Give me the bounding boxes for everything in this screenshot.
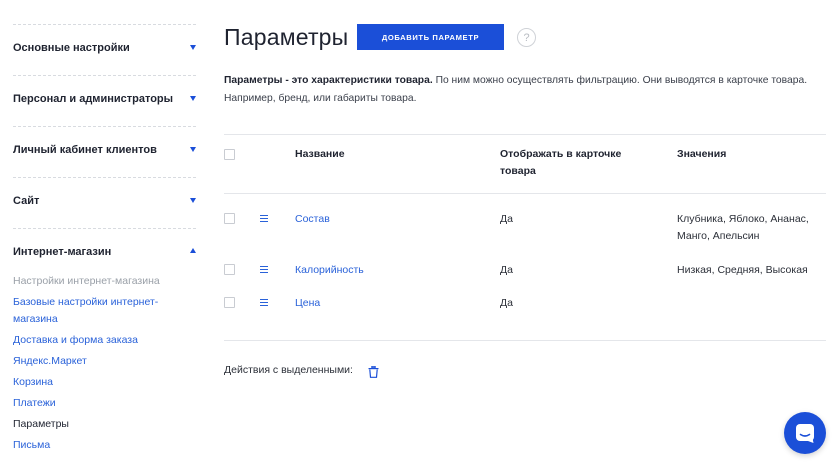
triangle-down-icon	[190, 45, 196, 50]
parameter-name-link[interactable]: Калорийность	[295, 262, 364, 279]
page-description: Параметры - это характеристики товара. П…	[224, 72, 824, 108]
bulk-actions-label: Действия с выделенными:	[224, 364, 353, 376]
column-header-show-in-card: Отображать в карточке товара	[500, 148, 622, 177]
sidebar-section-site[interactable]: Сайт	[13, 177, 196, 229]
add-parameter-button[interactable]: ДОБАВИТЬ ПАРАМЕТР	[357, 24, 504, 50]
row-checkbox[interactable]	[224, 297, 235, 308]
sidebar-section-title: Личный кабинет клиентов	[13, 144, 157, 156]
show-in-card-value: Да	[500, 213, 513, 225]
triangle-down-icon	[190, 198, 196, 203]
show-in-card-value: Да	[500, 297, 513, 309]
sidebar-section-title: Сайт	[13, 195, 40, 207]
parameter-values: Низкая, Средняя, Высокая	[677, 264, 808, 276]
drag-handle-icon[interactable]	[260, 266, 268, 274]
triangle-up-icon	[190, 248, 196, 253]
sidebar-item-cart[interactable]: Корзина	[13, 374, 196, 391]
parameter-name-link[interactable]: Цена	[295, 295, 320, 312]
chat-widget-button[interactable]	[784, 412, 826, 454]
drag-handle-icon[interactable]	[260, 299, 268, 307]
sidebar-item-payments[interactable]: Платежи	[13, 395, 196, 412]
parameter-name-link[interactable]: Состав	[295, 211, 330, 228]
sidebar-item-emails[interactable]: Письма	[13, 437, 196, 454]
sidebar-section-staff[interactable]: Персонал и администраторы	[13, 75, 196, 127]
sidebar-item-store-settings-heading: Настройки интернет-магазина	[13, 275, 160, 287]
show-in-card-value: Да	[500, 264, 513, 276]
sidebar-item-base-store-settings[interactable]: Базовые настройки интернет-магазина	[13, 294, 173, 328]
sidebar-section-client-cabinet[interactable]: Личный кабинет клиентов	[13, 126, 196, 178]
page-title: Параметры	[224, 24, 349, 50]
sidebar-item-yandex-market[interactable]: Яндекс.Маркет	[13, 353, 196, 370]
description-bold: Параметры - это характеристики товара.	[224, 75, 433, 86]
sidebar-item-delivery[interactable]: Доставка и форма заказа	[13, 332, 196, 349]
drag-handle-icon[interactable]	[260, 215, 268, 223]
sidebar-section-basic-settings[interactable]: Основные настройки	[13, 24, 196, 76]
triangle-down-icon	[190, 96, 196, 101]
table-header-divider	[224, 193, 826, 194]
table-bottom-divider	[224, 340, 826, 341]
sidebar-section-title: Персонал и администраторы	[13, 93, 174, 105]
column-header-values: Значения	[677, 148, 727, 160]
sidebar-section-title: Интернет-магазин	[13, 246, 112, 258]
sidebar-item-parameters[interactable]: Параметры	[13, 416, 196, 433]
row-checkbox[interactable]	[224, 213, 235, 224]
row-checkbox[interactable]	[224, 264, 235, 275]
select-all-checkbox[interactable]	[224, 149, 235, 160]
chat-icon	[796, 424, 814, 443]
parameter-values: Клубника, Яблоко, Ананас, Манго, Апельси…	[677, 213, 809, 242]
column-header-name: Название	[295, 148, 345, 160]
sidebar-section-title: Основные настройки	[13, 42, 130, 54]
trash-icon[interactable]	[368, 366, 379, 378]
table-top-divider	[224, 134, 826, 135]
help-question-icon[interactable]: ?	[517, 28, 536, 47]
triangle-down-icon	[190, 147, 196, 152]
